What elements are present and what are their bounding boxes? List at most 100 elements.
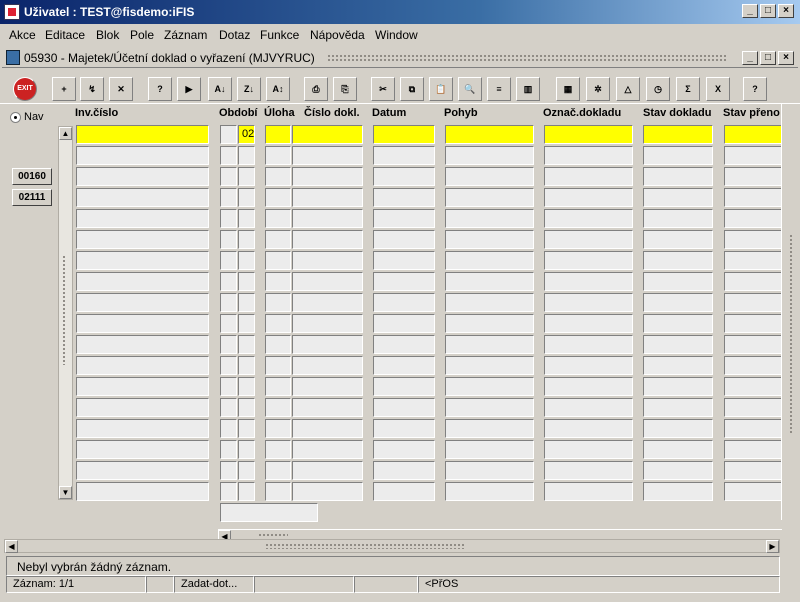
cell-stav-dokladu[interactable] [643,335,713,354]
cell-pohyb[interactable] [445,146,534,165]
cell-pohyb[interactable] [445,335,534,354]
cell-oznac-dokladu[interactable] [544,356,633,375]
settings-icon[interactable]: ✲ [586,77,610,101]
cell-oznac-dokladu[interactable] [544,146,633,165]
cell-stav-dokladu[interactable] [643,398,713,417]
columns-icon[interactable]: ▥ [516,77,540,101]
cell-datum[interactable] [373,398,435,417]
cell-datum[interactable] [373,335,435,354]
cell-oznac-dokladu[interactable] [544,125,633,144]
cell-datum[interactable] [373,188,435,207]
cell-stav-dokladu[interactable] [643,125,713,144]
clock-icon[interactable]: ◷ [646,77,670,101]
cell-stav-preno[interactable] [724,272,782,291]
cell-pohyb[interactable] [445,377,534,396]
sort-desc-icon[interactable]: Z↓ [237,77,261,101]
cell-cislo-dokl[interactable] [292,314,363,333]
cell-stav-preno[interactable] [724,125,782,144]
cell-obdobi-a[interactable] [220,272,237,291]
print-preview-icon[interactable]: ⎘ [333,77,357,101]
cell-cislo-dokl[interactable] [292,335,363,354]
help-icon[interactable]: ? [743,77,767,101]
cell-datum[interactable] [373,167,435,186]
cell-datum[interactable] [373,314,435,333]
cell-stav-preno[interactable] [724,167,782,186]
cell-pohyb[interactable] [445,440,534,459]
delete-record-icon[interactable]: ✕ [109,77,133,101]
cell-obdobi-a[interactable] [220,146,237,165]
cell-stav-dokladu[interactable] [643,356,713,375]
cell-pohyb[interactable] [445,230,534,249]
cell-obdobi-b[interactable] [238,377,255,396]
cell-uloha[interactable] [265,167,291,186]
cell-inv-cislo[interactable] [76,209,209,228]
cell-stav-preno[interactable] [724,419,782,438]
menu-zaznam[interactable]: Záznam [164,28,207,42]
window-scroll-left-icon[interactable]: ◀ [5,540,18,553]
cell-pohyb[interactable] [445,272,534,291]
cell-pohyb[interactable] [445,188,534,207]
cell-cislo-dokl[interactable] [292,356,363,375]
cell-obdobi-a[interactable] [220,398,237,417]
excel-icon[interactable]: X [706,77,730,101]
cell-obdobi-b[interactable] [238,440,255,459]
cell-obdobi-b[interactable] [238,146,255,165]
cell-cislo-dokl[interactable] [292,293,363,312]
cell-pohyb[interactable] [445,125,534,144]
cell-obdobi-b[interactable] [238,251,255,270]
cell-cislo-dokl[interactable] [292,209,363,228]
cell-pohyb[interactable] [445,419,534,438]
cell-datum[interactable] [373,209,435,228]
save-icon[interactable]: ↯ [80,77,104,101]
cell-uloha[interactable] [265,125,291,144]
cell-inv-cislo[interactable] [76,230,209,249]
cell-obdobi-a[interactable] [220,230,237,249]
cell-pohyb[interactable] [445,461,534,480]
cell-datum[interactable] [373,461,435,480]
cell-oznac-dokladu[interactable] [544,398,633,417]
cell-inv-cislo[interactable] [76,125,209,144]
cell-stav-dokladu[interactable] [643,419,713,438]
nav-button-02111[interactable]: 02111 [12,189,52,206]
execute-query-icon[interactable]: ▶ [177,77,201,101]
menu-editace[interactable]: Editace [45,28,85,42]
sort-multi-icon[interactable]: A↕ [266,77,290,101]
enter-query-icon[interactable]: ? [148,77,172,101]
cell-obdobi-a[interactable] [220,377,237,396]
cell-oznac-dokladu[interactable] [544,188,633,207]
cell-obdobi-a[interactable] [220,167,237,186]
list-icon[interactable]: ≡ [487,77,511,101]
find-icon[interactable]: 🔍 [458,77,482,101]
cell-inv-cislo[interactable] [76,293,209,312]
cell-oznac-dokladu[interactable] [544,482,633,501]
cell-uloha[interactable] [265,293,291,312]
cell-stav-dokladu[interactable] [643,146,713,165]
cell-obdobi-b[interactable] [238,272,255,291]
cell-pohyb[interactable] [445,482,534,501]
scroll-up-icon[interactable]: ▲ [59,127,72,140]
cell-stav-preno[interactable] [724,146,782,165]
cell-obdobi-a[interactable] [220,440,237,459]
cell-obdobi-a[interactable] [220,482,237,501]
cell-obdobi-b[interactable] [238,335,255,354]
cell-inv-cislo[interactable] [76,167,209,186]
cell-oznac-dokladu[interactable] [544,167,633,186]
cell-inv-cislo[interactable] [76,272,209,291]
cell-cislo-dokl[interactable] [292,230,363,249]
cell-pohyb[interactable] [445,251,534,270]
cell-cislo-dokl[interactable] [292,377,363,396]
cell-obdobi-b[interactable]: 02 [238,125,255,144]
cell-cislo-dokl[interactable] [292,251,363,270]
cell-inv-cislo[interactable] [76,356,209,375]
cell-stav-dokladu[interactable] [643,167,713,186]
menu-window[interactable]: Window [375,28,418,42]
paste-icon[interactable]: 📋 [429,77,453,101]
cell-stav-dokladu[interactable] [643,209,713,228]
cell-stav-dokladu[interactable] [643,230,713,249]
form-maximize-button[interactable]: □ [760,51,776,65]
cell-obdobi-b[interactable] [238,419,255,438]
cell-stav-dokladu[interactable] [643,251,713,270]
cell-oznac-dokladu[interactable] [544,314,633,333]
cell-oznac-dokladu[interactable] [544,377,633,396]
insert-record-icon[interactable]: + [52,77,76,101]
